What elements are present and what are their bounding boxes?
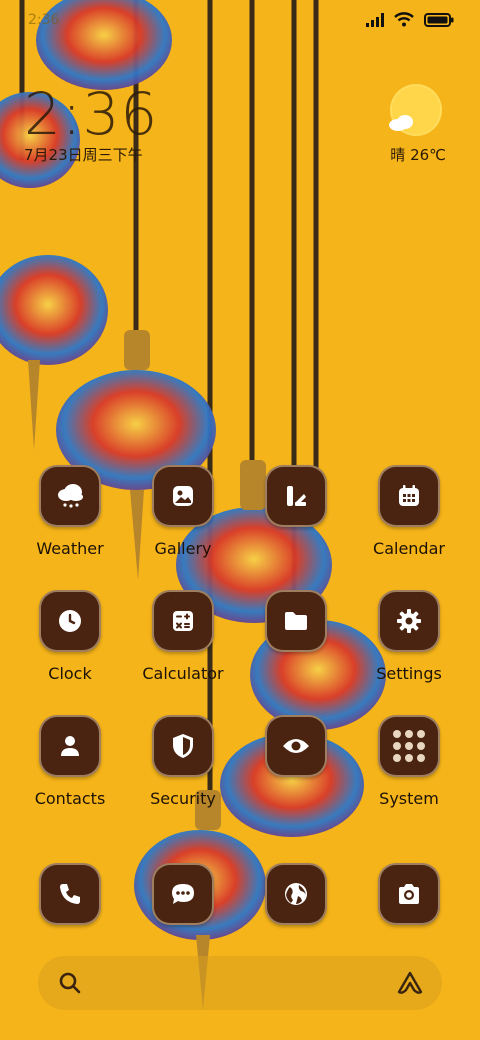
wifi-icon bbox=[394, 12, 414, 31]
app-system-folder[interactable]: System bbox=[354, 715, 464, 808]
app-weather[interactable]: Weather bbox=[15, 465, 125, 558]
phone-icon[interactable] bbox=[39, 863, 101, 925]
clock-widget[interactable]: 2:36 7月23日周三下午 bbox=[24, 80, 158, 165]
app-security[interactable]: Security bbox=[128, 715, 238, 808]
shield-icon[interactable] bbox=[152, 715, 214, 777]
app-label: System bbox=[379, 789, 439, 808]
contacts-icon[interactable] bbox=[39, 715, 101, 777]
app-gallery[interactable]: Gallery bbox=[128, 465, 238, 558]
search-bar[interactable] bbox=[38, 956, 442, 1010]
app-themes[interactable] bbox=[241, 465, 351, 539]
calendar-icon[interactable] bbox=[378, 465, 440, 527]
gear-icon[interactable] bbox=[378, 590, 440, 652]
themes-icon[interactable] bbox=[265, 465, 327, 527]
weather-widget[interactable]: 晴 26℃ bbox=[389, 84, 446, 165]
status-time: 2:36 bbox=[28, 12, 60, 28]
app-settings[interactable]: Settings bbox=[354, 590, 464, 683]
weather-icon[interactable] bbox=[39, 465, 101, 527]
app-eye[interactable] bbox=[241, 715, 351, 789]
browser-icon[interactable] bbox=[265, 863, 327, 925]
dock-phone[interactable] bbox=[15, 863, 125, 925]
gallery-icon[interactable] bbox=[152, 465, 214, 527]
search-icon[interactable] bbox=[58, 971, 82, 999]
app-label: Gallery bbox=[154, 539, 212, 558]
clock-icon[interactable] bbox=[39, 590, 101, 652]
camera-icon[interactable] bbox=[378, 863, 440, 925]
assistant-icon[interactable] bbox=[396, 970, 424, 1000]
weather-summary: 晴 26℃ bbox=[390, 144, 446, 165]
app-calendar[interactable]: Calendar bbox=[354, 465, 464, 558]
dock-camera[interactable] bbox=[354, 863, 464, 925]
calculator-icon[interactable] bbox=[152, 590, 214, 652]
folder-grid-icon[interactable] bbox=[378, 715, 440, 777]
status-bar: 2:36 bbox=[0, 0, 480, 40]
app-label: Security bbox=[150, 789, 216, 808]
clock-time: 2:36 bbox=[24, 80, 159, 148]
app-label: Calendar bbox=[373, 539, 445, 558]
app-calculator[interactable]: Calculator bbox=[128, 590, 238, 683]
weather-condition: 晴 bbox=[390, 146, 406, 164]
app-contacts[interactable]: Contacts bbox=[15, 715, 125, 808]
app-label: Contacts bbox=[34, 789, 106, 808]
dock-browser[interactable] bbox=[241, 863, 351, 925]
app-label: Settings bbox=[376, 664, 442, 683]
battery-icon bbox=[424, 12, 454, 31]
app-file-manager[interactable] bbox=[241, 590, 351, 664]
sun-cloud-icon bbox=[389, 84, 443, 136]
weather-temperature: 26℃ bbox=[410, 146, 446, 164]
app-label: Calculator bbox=[142, 664, 224, 683]
app-label: Clock bbox=[48, 664, 92, 683]
file-manager-icon[interactable] bbox=[265, 590, 327, 652]
eye-icon[interactable] bbox=[265, 715, 327, 777]
app-label: Weather bbox=[36, 539, 104, 558]
app-clock[interactable]: Clock bbox=[15, 590, 125, 683]
message-icon[interactable] bbox=[152, 863, 214, 925]
dock-messages[interactable] bbox=[128, 863, 238, 925]
signal-icon bbox=[366, 12, 384, 31]
